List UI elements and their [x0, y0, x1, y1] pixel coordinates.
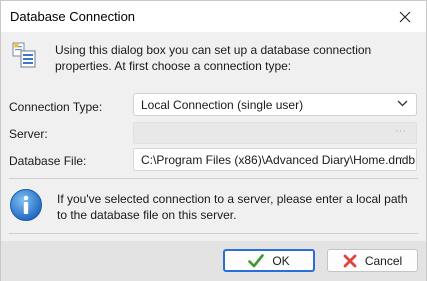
ok-button[interactable]: OK — [223, 249, 315, 272]
server-browse-button[interactable]: ··· — [395, 125, 406, 137]
connection-type-select[interactable]: Local Connection (single user) — [133, 93, 417, 116]
cancel-label: Cancel — [364, 253, 403, 268]
cross-icon — [343, 254, 357, 267]
database-file-value: C:\Program Files (x86)\Advanced Diary\Ho… — [141, 153, 416, 167]
server-input[interactable]: ··· — [133, 122, 417, 144]
info-text: If you've selected connection to a serve… — [57, 192, 408, 222]
close-button[interactable] — [384, 1, 426, 32]
close-icon — [399, 11, 411, 22]
database-file-browse-button[interactable]: ··· — [396, 152, 407, 164]
server-label: Server: — [9, 127, 48, 141]
divider — [9, 233, 418, 234]
connection-type-value: Local Connection (single user) — [141, 98, 304, 112]
title-bar: Database Connection — [1, 1, 426, 32]
divider — [9, 178, 418, 179]
info-icon — [10, 189, 42, 221]
chevron-down-icon — [397, 100, 408, 107]
connection-type-label: Connection Type: — [9, 100, 103, 114]
checkmark-icon — [248, 253, 265, 267]
window-title: Database Connection — [10, 9, 136, 24]
intro-text: Using this dialog box you can set up a d… — [55, 43, 372, 73]
button-bar: OK Cancel — [1, 241, 426, 281]
database-connection-icon — [12, 41, 36, 68]
cancel-button[interactable]: Cancel — [327, 249, 418, 272]
database-file-label: Database File: — [9, 154, 87, 168]
dialog-window: Database Connection Using this dialog bo… — [0, 0, 427, 281]
database-file-input[interactable]: C:\Program Files (x86)\Advanced Diary\Ho… — [133, 148, 417, 171]
ok-label: OK — [272, 253, 290, 268]
